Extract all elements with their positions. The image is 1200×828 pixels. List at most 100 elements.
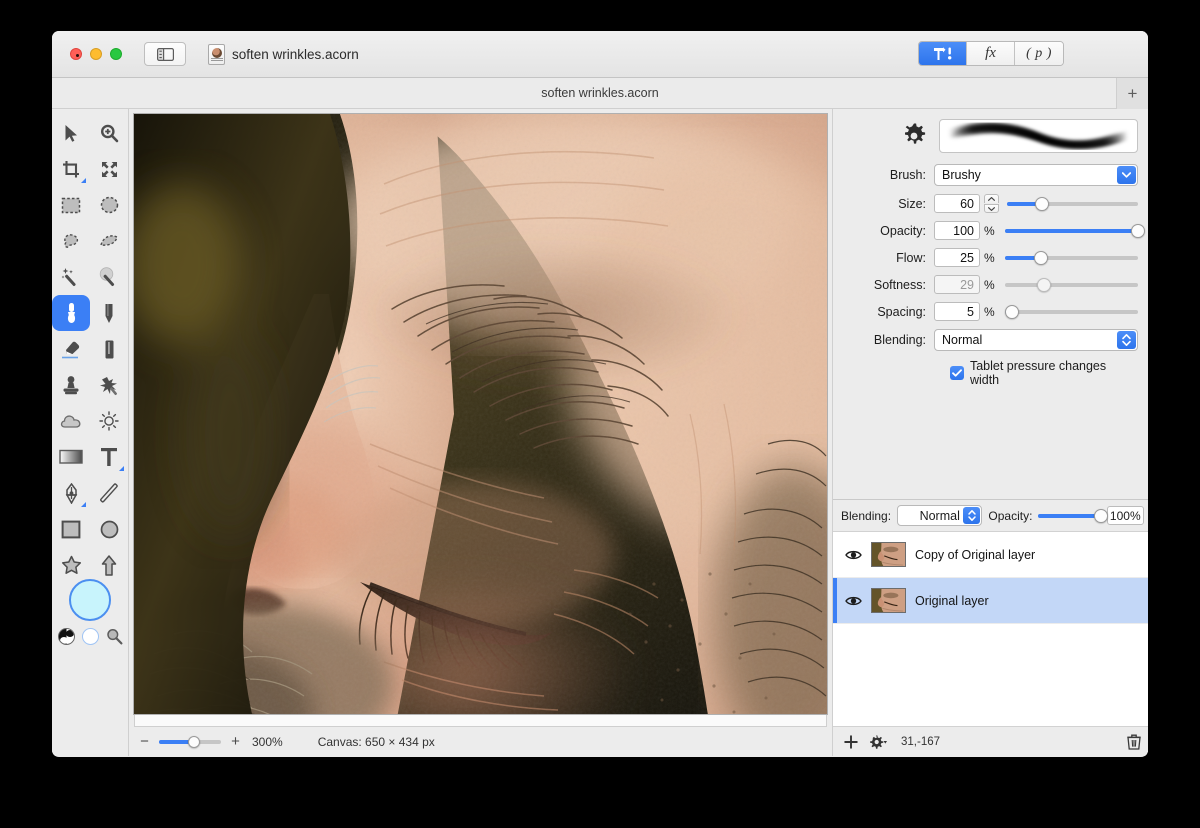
document-title-group: soften wrinkles.acorn — [208, 43, 359, 65]
opacity-slider-knob[interactable] — [1131, 223, 1145, 238]
minimize-button[interactable] — [90, 48, 102, 60]
eye-visibility-icon[interactable] — [845, 549, 862, 561]
acorn-document-icon — [208, 43, 225, 65]
elliptical-selection-tool[interactable] — [90, 187, 128, 223]
softness-slider-knob[interactable] — [1036, 277, 1051, 292]
flow-slider-knob[interactable] — [1033, 250, 1048, 265]
sidebar-toggle-button[interactable] — [144, 42, 186, 66]
text-submenu-indicator[interactable] — [119, 466, 124, 471]
size-stepper-down[interactable] — [984, 204, 999, 213]
move-tool[interactable] — [52, 115, 90, 151]
size-slider[interactable] — [1007, 196, 1138, 211]
transform-tool[interactable] — [90, 151, 128, 187]
lasso-tool[interactable] — [52, 223, 90, 259]
magic-wand-icon — [61, 268, 76, 287]
brush-select-value: Brushy — [942, 168, 981, 182]
up-down-chevron-icon[interactable] — [1117, 331, 1136, 349]
crop-submenu-indicator[interactable] — [81, 178, 86, 183]
tools-segment[interactable] — [919, 42, 967, 65]
size-slider-knob[interactable] — [1035, 196, 1050, 211]
polygon-lasso-icon — [100, 235, 118, 246]
flow-slider[interactable] — [1005, 250, 1138, 265]
spacing-input[interactable]: 5 — [934, 302, 980, 321]
crop-icon — [62, 160, 79, 177]
dodge-tool[interactable] — [90, 403, 128, 439]
presets-segment-label: ( p ) — [1026, 45, 1052, 61]
tablet-pressure-checkbox[interactable] — [950, 366, 964, 380]
gradient-tool[interactable] — [52, 439, 90, 475]
flow-input[interactable]: 25 — [934, 248, 980, 267]
filters-segment[interactable]: fx — [967, 42, 1015, 65]
size-stepper-up[interactable] — [984, 194, 999, 203]
gear-dropdown-icon[interactable] — [869, 735, 888, 749]
plus-icon[interactable] — [844, 734, 858, 749]
brush-blending-select[interactable]: Normal — [934, 329, 1138, 351]
tablet-pressure-checkbox-row[interactable]: Tablet pressure changes width — [950, 359, 1138, 387]
foreground-color-swatch[interactable] — [69, 579, 111, 621]
zoom-tool[interactable] — [90, 115, 128, 151]
chevron-down-icon[interactable] — [1117, 166, 1136, 184]
crop-tool[interactable] — [52, 151, 90, 187]
up-down-chevron-icon[interactable] — [963, 507, 981, 524]
new-tab-button[interactable]: + — [1116, 78, 1148, 109]
pen-submenu-indicator[interactable] — [81, 502, 86, 507]
flow-row: Flow: 25 % — [843, 248, 1138, 267]
line-tool[interactable] — [90, 475, 128, 511]
softness-input[interactable]: 29 — [934, 275, 980, 294]
zoom-out-button[interactable]: − — [139, 733, 150, 750]
scatter-splat-icon — [99, 376, 117, 395]
gradient-icon — [59, 449, 83, 464]
close-button[interactable] — [70, 48, 82, 60]
instant-alpha-tool[interactable] — [90, 259, 128, 295]
gear-icon[interactable] — [901, 123, 927, 149]
text-tool[interactable] — [90, 439, 128, 475]
polygon-lasso-tool[interactable] — [90, 223, 128, 259]
zoom-slider-knob[interactable] — [187, 735, 200, 748]
canvas-horizontal-scrollbar[interactable] — [134, 714, 827, 728]
background-color-swatch[interactable] — [81, 628, 99, 645]
presets-segment[interactable]: ( p ) — [1015, 42, 1063, 65]
yin-yang-swap-icon[interactable] — [57, 628, 75, 645]
ellipse-shape-tool[interactable] — [90, 511, 128, 547]
smudge-tool[interactable] — [90, 331, 128, 367]
layer-opacity-knob[interactable] — [1093, 508, 1108, 523]
eraser-tool[interactable] — [52, 331, 90, 367]
layer-blending-select[interactable]: Normal — [897, 505, 983, 526]
pencil-tool[interactable] — [90, 295, 128, 331]
layer-opacity-value[interactable]: 100% — [1106, 506, 1145, 525]
layers-toolbar: Blending: Normal Opacity: 100% — [833, 500, 1148, 532]
softness-slider[interactable] — [1005, 277, 1138, 292]
clone-stamp-tool[interactable] — [52, 367, 90, 403]
layer-list: Copy of Original layer Original layer — [833, 532, 1148, 726]
arrow-shape-tool[interactable] — [90, 547, 128, 583]
layer-row-copy-of-original[interactable]: Copy of Original layer — [833, 532, 1148, 578]
opacity-slider[interactable] — [1005, 223, 1145, 238]
zoom-slider[interactable] — [159, 735, 221, 748]
image-canvas[interactable] — [134, 114, 827, 714]
inspector-mode-segmented-control[interactable]: fx ( p ) — [918, 41, 1064, 66]
blur-tool[interactable] — [52, 403, 90, 439]
brush-stroke-preview[interactable] — [939, 119, 1138, 153]
eye-visibility-icon[interactable] — [845, 595, 862, 607]
rectangular-selection-tool[interactable] — [52, 187, 90, 223]
spacing-slider[interactable] — [1004, 304, 1138, 319]
document-tab[interactable]: soften wrinkles.acorn — [541, 86, 658, 100]
star-shape-tool[interactable] — [52, 547, 90, 583]
size-input[interactable]: 60 — [934, 194, 980, 213]
magic-wand-tool[interactable] — [52, 259, 90, 295]
brush-select[interactable]: Brushy — [934, 164, 1138, 186]
color-picker-magnifier-icon[interactable] — [106, 628, 123, 645]
layer-opacity-slider[interactable] — [1038, 508, 1108, 523]
rectangle-shape-tool[interactable] — [52, 511, 90, 547]
spacing-slider-knob[interactable] — [1004, 304, 1019, 319]
trash-icon[interactable] — [1127, 734, 1141, 750]
size-stepper[interactable] — [984, 194, 999, 213]
scatter-tool[interactable] — [90, 367, 128, 403]
zoom-in-button[interactable]: + — [230, 733, 241, 750]
bezier-pen-tool[interactable] — [52, 475, 90, 511]
zoom-button[interactable] — [110, 48, 122, 60]
magnifier-plus-icon — [100, 124, 118, 142]
brush-tool[interactable] — [52, 295, 90, 331]
layer-row-original[interactable]: Original layer — [833, 578, 1148, 624]
opacity-input[interactable]: 100 — [934, 221, 980, 240]
